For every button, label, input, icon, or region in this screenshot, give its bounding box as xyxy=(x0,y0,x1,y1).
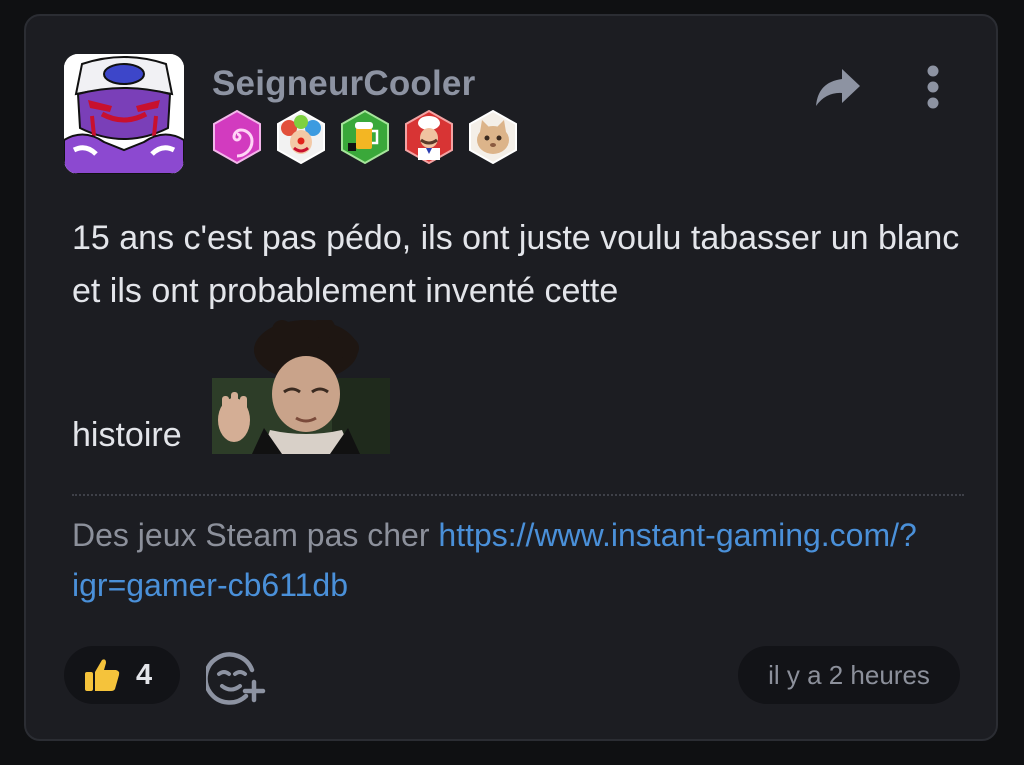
like-button[interactable]: 4 xyxy=(64,646,180,704)
username[interactable]: SeigneurCooler xyxy=(212,64,475,104)
avatar[interactable] xyxy=(64,54,184,174)
badge-list xyxy=(210,110,520,164)
man-gesturing-sticker xyxy=(212,320,390,454)
post-body-text: 15 ans c'est pas pédo, ils ont juste vou… xyxy=(72,219,960,310)
beer-badge-icon[interactable] xyxy=(338,110,392,164)
more-vertical-icon[interactable] xyxy=(916,64,950,110)
clown-badge-icon[interactable] xyxy=(274,110,328,164)
signature-separator xyxy=(72,494,964,496)
timestamp: il y a 2 heures xyxy=(738,646,960,704)
like-count: 4 xyxy=(136,659,153,691)
purple-villain-avatar-icon xyxy=(64,54,184,174)
spiral-badge-icon[interactable] xyxy=(210,110,264,164)
cat-badge-icon[interactable] xyxy=(466,110,520,164)
chef-badge-icon[interactable] xyxy=(402,110,456,164)
post-body-last-word: histoire xyxy=(72,416,182,454)
thumbs-up-icon xyxy=(85,659,120,691)
add-reaction-icon[interactable] xyxy=(206,650,266,706)
share-icon[interactable] xyxy=(814,66,862,108)
signature-text: Des jeux Steam pas cher xyxy=(72,517,439,553)
signature: Des jeux Steam pas cher https://www.inst… xyxy=(72,510,962,610)
post-card: SeigneurCooler 15 ans c'est pas pédo, il… xyxy=(24,14,998,741)
